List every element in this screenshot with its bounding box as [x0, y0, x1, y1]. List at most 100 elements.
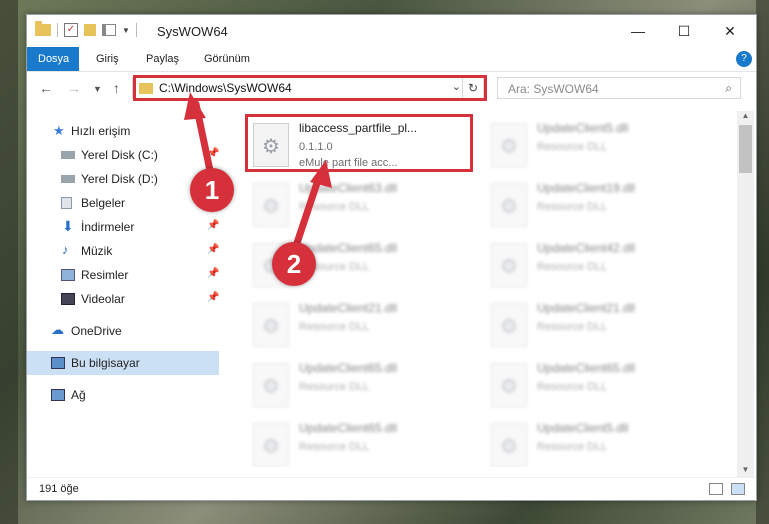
- file-item[interactable]: UpdateClient5.dll Resource DLL: [487, 417, 717, 467]
- background-tree: [756, 0, 769, 524]
- file-description: Resource DLL: [537, 441, 608, 453]
- background-tree: [0, 0, 18, 524]
- customize-toolbar-icon[interactable]: [102, 24, 116, 36]
- quick-access-toolbar: ✓ ▼: [35, 21, 137, 37]
- sidebar-item-downloads[interactable]: ⬇ İndirmeler 📌: [27, 215, 219, 239]
- divider: [57, 23, 58, 37]
- scroll-down-icon[interactable]: ▼: [737, 465, 754, 477]
- file-description: Resource DLL: [299, 201, 370, 213]
- file-item[interactable]: UpdateClient65.dll Resource DLL: [249, 417, 479, 467]
- pin-icon: 📌: [207, 244, 220, 255]
- ribbon-tabs: Dosya Giriş Paylaş Görünüm ?: [27, 47, 756, 72]
- sidebar-item-label: İndirmeler: [81, 220, 135, 234]
- sidebar-item-label: Ağ: [71, 388, 86, 402]
- tab-home[interactable]: Giriş: [85, 47, 130, 71]
- minimize-button[interactable]: —: [615, 15, 661, 47]
- ribbon-expand-icon[interactable]: ?: [736, 51, 752, 67]
- pin-icon: 📌: [207, 148, 220, 159]
- pin-icon: 📌: [207, 268, 220, 279]
- sidebar-item-quick-access[interactable]: ★ Hızlı erişim: [27, 119, 219, 143]
- computer-icon: [51, 357, 65, 369]
- dll-file-icon: [491, 363, 527, 407]
- file-name: UpdateClient65.dll: [299, 361, 398, 375]
- divider: [135, 23, 137, 37]
- scroll-up-icon[interactable]: ▲: [737, 111, 754, 123]
- status-bar: 191 öğe: [27, 477, 756, 500]
- file-item[interactable]: UpdateClient63.dll Resource DLL: [249, 177, 479, 235]
- file-description: Resource DLL: [299, 321, 370, 333]
- pictures-icon: [61, 269, 75, 281]
- up-arrow-icon[interactable]: ↑: [113, 80, 120, 96]
- sidebar-item-label: Yerel Disk (D:): [81, 172, 158, 186]
- search-placeholder: Ara: SysWOW64: [508, 82, 599, 96]
- navigation-pane: ★ Hızlı erişim Yerel Disk (C:) 📌 Yerel D…: [27, 111, 219, 461]
- step-marker-2: 2: [272, 242, 316, 286]
- file-name: UpdateClient21.dll: [537, 301, 636, 315]
- drive-icon: [61, 151, 75, 159]
- details-view-icon[interactable]: [709, 483, 723, 495]
- pin-icon: 📌: [207, 292, 220, 303]
- recent-locations-icon[interactable]: ▼: [93, 84, 102, 94]
- properties-check-icon[interactable]: ✓: [64, 23, 78, 37]
- file-name: UpdateClient65.dll: [299, 241, 398, 255]
- sidebar-item-network[interactable]: Ağ: [27, 383, 219, 407]
- vertical-scrollbar[interactable]: ▲ ▼: [737, 111, 754, 477]
- folder-icon: [35, 21, 51, 36]
- file-name: UpdateClient42.dll: [537, 241, 636, 255]
- sidebar-item-label: Müzik: [81, 244, 113, 258]
- large-icons-view-icon[interactable]: [731, 483, 745, 495]
- file-item[interactable]: UpdateClient42.dll Resource DLL: [487, 237, 717, 295]
- file-item[interactable]: UpdateClient21.dll Resource DLL: [487, 297, 717, 355]
- dll-file-icon: [253, 303, 289, 347]
- file-item[interactable]: UpdateClient21.dll Resource DLL: [249, 297, 479, 355]
- file-item[interactable]: UpdateClient65.dll Resource DLL: [249, 357, 479, 415]
- item-count: 191 öğe: [39, 483, 79, 495]
- file-item[interactable]: UpdateClient19.dll Resource DLL: [487, 177, 717, 235]
- download-icon: ⬇: [62, 218, 74, 234]
- dll-file-icon: [253, 363, 289, 407]
- back-arrow-icon[interactable]: ←: [39, 80, 53, 96]
- sidebar-item-music[interactable]: ♪ Müzik 📌: [27, 239, 219, 263]
- dll-file-icon: [491, 123, 527, 167]
- sidebar-item-videos[interactable]: Videolar 📌: [27, 287, 219, 311]
- network-icon: [51, 389, 65, 401]
- tab-share[interactable]: Paylaş: [135, 47, 190, 71]
- tab-file[interactable]: Dosya: [27, 47, 79, 71]
- file-description: Resource DLL: [537, 381, 608, 393]
- dll-file-icon: [491, 423, 527, 467]
- dll-file-icon: [491, 243, 527, 287]
- window-title: SysWOW64: [157, 24, 228, 39]
- explorer-window: ✓ ▼ SysWOW64 — ☐ ✕ Dosya Giriş Paylaş Gö…: [26, 14, 757, 501]
- dll-file-icon: [253, 423, 289, 467]
- chevron-down-icon[interactable]: ▼: [122, 26, 130, 35]
- music-icon: ♪: [62, 242, 69, 257]
- file-description: Resource DLL: [537, 261, 608, 273]
- sidebar-item-label: Yerel Disk (C:): [81, 148, 158, 162]
- file-item[interactable]: UpdateClient65.dll Resource DLL: [487, 357, 717, 415]
- dll-file-icon: [491, 183, 527, 227]
- cloud-icon: ☁: [51, 322, 64, 337]
- dll-file-icon: [491, 303, 527, 347]
- scrollbar-thumb[interactable]: [739, 125, 752, 173]
- sidebar-item-label: Hızlı erişim: [71, 124, 131, 138]
- search-box[interactable]: Ara: SysWOW64 ⌕: [497, 77, 741, 99]
- new-folder-icon[interactable]: [84, 24, 96, 36]
- tab-view[interactable]: Görünüm: [193, 47, 261, 71]
- file-name: UpdateClient5.dll: [537, 421, 629, 435]
- sidebar-item-label: Belgeler: [81, 196, 126, 210]
- sidebar-item-disk-c[interactable]: Yerel Disk (C:) 📌: [27, 143, 219, 167]
- sidebar-item-label: Videolar: [81, 292, 125, 306]
- forward-arrow-icon[interactable]: →: [67, 80, 81, 96]
- file-item[interactable]: UpdateClient5.dll Resource DLL: [487, 117, 717, 175]
- file-description: Resource DLL: [537, 141, 608, 153]
- maximize-button[interactable]: ☐: [661, 15, 707, 47]
- sidebar-item-label: OneDrive: [71, 324, 122, 338]
- sidebar-item-this-pc[interactable]: Bu bilgisayar: [27, 351, 219, 375]
- file-name: UpdateClient65.dll: [299, 421, 398, 435]
- sidebar-item-pictures[interactable]: Resimler 📌: [27, 263, 219, 287]
- sidebar-item-onedrive[interactable]: ☁ OneDrive: [27, 319, 219, 343]
- title-bar: ✓ ▼ SysWOW64 — ☐ ✕: [27, 15, 756, 47]
- file-name: UpdateClient19.dll: [537, 181, 636, 195]
- file-name: UpdateClient5.dll: [537, 121, 629, 135]
- close-button[interactable]: ✕: [707, 15, 753, 47]
